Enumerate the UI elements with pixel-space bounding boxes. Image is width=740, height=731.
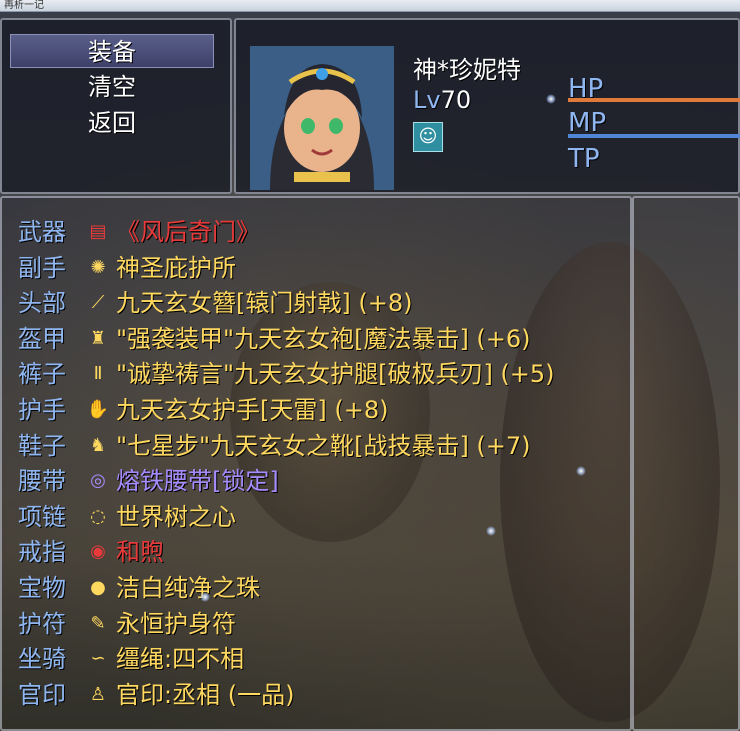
item-name: 缰绳:四不相: [116, 645, 245, 674]
window-titlebar: 再析一记: [0, 0, 740, 12]
equipment-row[interactable]: 裤子 Ⅱ "诚挚祷言"九天玄女护腿[破极兵刃] (+5): [18, 356, 718, 392]
equipment-row[interactable]: 头部 ⟋ 九天玄女簪[辕门射戟] (+8): [18, 285, 718, 321]
sparkle-effect: [486, 526, 496, 536]
game-screen: 装备 清空 返回 神*珍妮特 Lv70 ☺ HP MP TP 武器 ▤ 《风后奇门》…: [0, 12, 740, 731]
level-label: Lv: [413, 86, 441, 114]
gauntlet-icon: ✋: [86, 399, 110, 420]
necklace-icon: ◌: [90, 505, 106, 527]
item-name: "七星步"九天玄女之靴[战技暴击] (+7): [116, 431, 531, 460]
slot-label: 宝物: [18, 574, 66, 602]
slot-label: 护手: [18, 396, 66, 424]
item-name: "诚挚祷言"九天玄女护腿[破极兵刃] (+5): [116, 360, 555, 389]
slot-label: 头部: [18, 289, 66, 318]
shield-icon: ✺: [90, 256, 106, 278]
item-name: 洁白纯净之珠: [116, 574, 260, 602]
tp-label: TP: [568, 144, 600, 174]
scroll-icon: ▤: [89, 221, 107, 242]
menu-item-clear[interactable]: 清空: [10, 70, 214, 104]
item-name: 官印:丞相 (一品): [116, 680, 295, 709]
slot-label: 副手: [18, 253, 66, 282]
item-name: 熔铁腰带[锁定]: [116, 467, 279, 496]
item-name: 世界树之心: [116, 502, 236, 531]
sparkle-effect: [200, 592, 210, 602]
equipment-row[interactable]: 项链 ◌ 世界树之心: [18, 499, 718, 535]
equipment-row[interactable]: 戒指 ◉ 和煦: [18, 534, 718, 570]
equipment-row[interactable]: 护手 ✋ 九天玄女护手[天雷] (+8): [18, 392, 718, 428]
actor-portrait: [250, 46, 394, 190]
status-icon: ☺: [413, 122, 443, 152]
item-name: 永恒护身符: [116, 609, 236, 638]
boots-icon: ♞: [89, 434, 107, 456]
equipment-row[interactable]: 宝物 ● 洁白纯净之珠: [18, 570, 718, 606]
menu-item-back[interactable]: 返回: [10, 106, 214, 140]
charm-icon: ✎: [90, 612, 106, 634]
equipment-row[interactable]: 鞋子 ♞ "七星步"九天玄女之靴[战技暴击] (+7): [18, 428, 718, 464]
item-name: 和煦: [116, 538, 164, 567]
sparkle-effect: [576, 466, 586, 476]
actor-level: Lv70: [413, 86, 471, 114]
slot-label: 鞋子: [18, 431, 66, 460]
hairpin-icon: ⟋: [91, 292, 105, 314]
slot-label: 护符: [18, 609, 66, 638]
slot-label: 官印: [18, 680, 66, 709]
level-value: 70: [440, 86, 472, 114]
item-name: 《风后奇门》: [116, 218, 260, 246]
equipment-row[interactable]: 武器 ▤ 《风后奇门》: [18, 214, 718, 250]
belt-icon: ◎: [90, 470, 106, 492]
actor-name: 神*珍妮特: [413, 56, 521, 84]
slot-label: 戒指: [18, 538, 66, 567]
rope-icon: ∽: [90, 648, 106, 670]
hp-gauge: [568, 98, 740, 102]
robe-icon: ♜: [89, 327, 107, 349]
slot-label: 腰带: [18, 467, 66, 496]
window-title: 再析一记: [4, 0, 44, 11]
item-name: "强袭装甲"九天玄女袍[魔法暴击] (+6): [116, 324, 531, 353]
equipment-row[interactable]: 护符 ✎ 永恒护身符: [18, 606, 718, 642]
equipment-row[interactable]: 官印 ♙ 官印:丞相 (一品): [18, 677, 718, 713]
slot-label: 项链: [18, 502, 66, 531]
seal-icon: ♙: [89, 683, 107, 705]
equipment-row[interactable]: 腰带 ◎ 熔铁腰带[锁定]: [18, 463, 718, 499]
equipment-row[interactable]: 副手 ✺ 神圣庇护所: [18, 250, 718, 286]
item-name: 九天玄女护手[天雷] (+8): [116, 396, 389, 424]
sparkle-effect: [546, 94, 556, 104]
slot-label: 坐骑: [18, 645, 66, 674]
menu-item-equip[interactable]: 装备: [10, 34, 214, 68]
equipment-row[interactable]: 坐骑 ∽ 缰绳:四不相: [18, 641, 718, 677]
pearl-icon: ●: [90, 577, 106, 598]
equipment-row[interactable]: 盔甲 ♜ "强袭装甲"九天玄女袍[魔法暴击] (+6): [18, 321, 718, 357]
pants-icon: Ⅱ: [93, 363, 103, 385]
slot-label: 武器: [18, 218, 66, 246]
ring-icon: ◉: [90, 541, 106, 563]
portrait-image: [250, 46, 394, 190]
item-name: 神圣庇护所: [116, 253, 236, 282]
slot-label: 裤子: [18, 360, 66, 389]
item-name: 九天玄女簪[辕门射戟] (+8): [116, 289, 413, 318]
mp-gauge: [568, 134, 740, 138]
slot-label: 盔甲: [18, 324, 66, 353]
